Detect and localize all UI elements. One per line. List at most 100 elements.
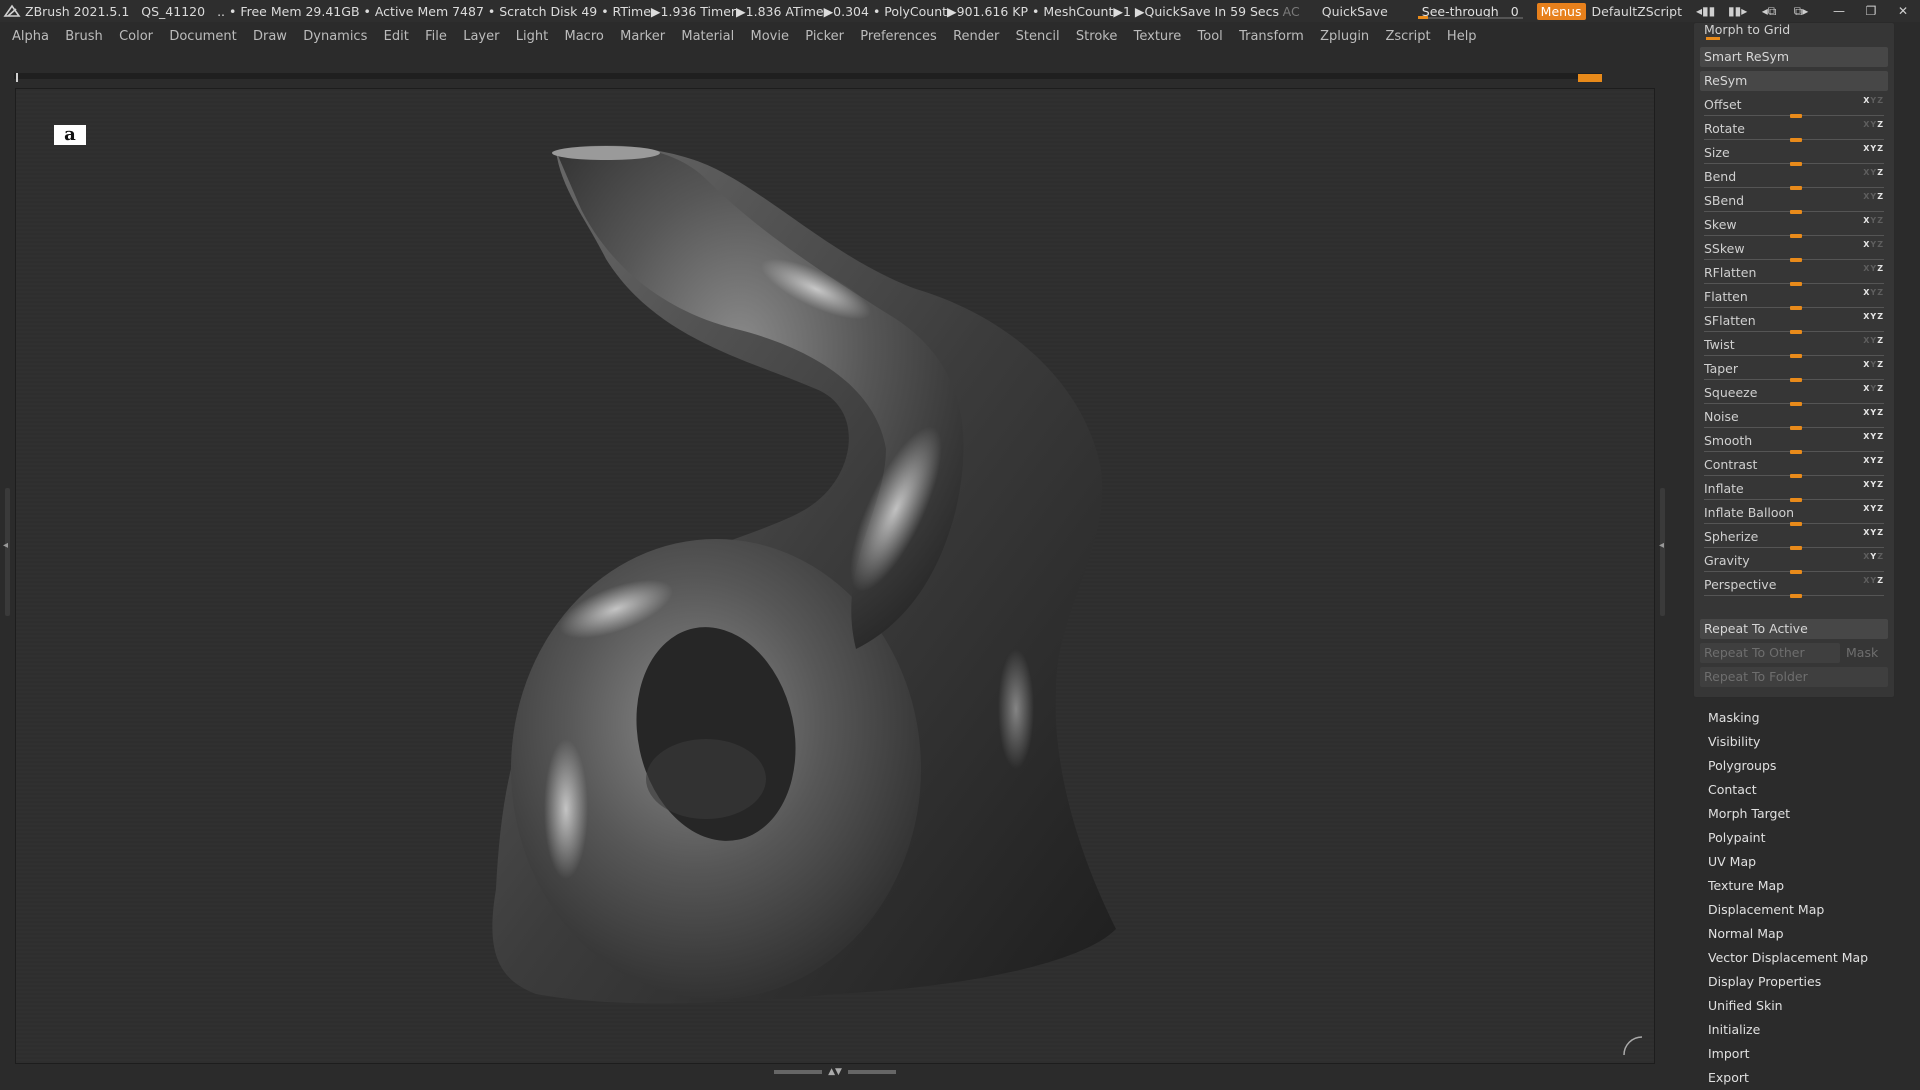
rotation-corner-icon[interactable] xyxy=(1622,1035,1644,1057)
axis-z-toggle[interactable]: Z xyxy=(1877,552,1884,561)
slider-knob[interactable] xyxy=(1790,474,1802,478)
slider-offset[interactable]: Offset XYZ xyxy=(1700,95,1888,118)
slider-knob[interactable] xyxy=(1790,378,1802,382)
menu-preferences[interactable]: Preferences xyxy=(860,29,936,44)
axis-z-toggle[interactable]: Z xyxy=(1877,168,1884,177)
axis-toggles[interactable]: XYZ xyxy=(1863,336,1884,345)
slider-sflatten[interactable]: SFlatten XYZ xyxy=(1700,311,1888,334)
menu-zplugin[interactable]: Zplugin xyxy=(1320,29,1369,44)
subpalette-visibility[interactable]: Visibility xyxy=(1708,730,1868,754)
axis-z-toggle[interactable]: Z xyxy=(1877,240,1884,249)
subpalette-initialize[interactable]: Initialize xyxy=(1708,1018,1868,1042)
canvas-viewport[interactable]: a xyxy=(15,88,1655,1064)
slider-knob[interactable] xyxy=(1790,570,1802,574)
menu-dynamics[interactable]: Dynamics xyxy=(303,29,367,44)
subpalette-import[interactable]: Import xyxy=(1708,1042,1868,1066)
morph-to-grid-slider[interactable]: Morph to Grid xyxy=(1700,22,1888,45)
slider-knob[interactable] xyxy=(1790,282,1802,286)
seethrough-knob[interactable] xyxy=(1417,15,1428,19)
axis-z-toggle[interactable]: Z xyxy=(1877,288,1884,297)
menu-color[interactable]: Color xyxy=(119,29,153,44)
axis-z-toggle[interactable]: Z xyxy=(1877,576,1884,585)
slider-knob[interactable] xyxy=(1790,186,1802,190)
repeat-to-folder-button[interactable]: Repeat To Folder xyxy=(1700,667,1888,687)
axis-z-toggle[interactable]: Z xyxy=(1877,96,1884,105)
axis-z-toggle[interactable]: Z xyxy=(1877,120,1884,129)
slider-size[interactable]: Size XYZ xyxy=(1700,143,1888,166)
menu-brush[interactable]: Brush xyxy=(65,29,103,44)
axis-z-toggle[interactable]: Z xyxy=(1877,480,1884,489)
axis-z-toggle[interactable]: Z xyxy=(1877,456,1884,465)
axis-toggles[interactable]: XYZ xyxy=(1863,576,1884,585)
axis-toggles[interactable]: XYZ xyxy=(1863,144,1884,153)
slider-flatten[interactable]: Flatten XYZ xyxy=(1700,287,1888,310)
slider-knob[interactable] xyxy=(1790,234,1802,238)
swap-left-icon[interactable]: ◂⧉ xyxy=(1760,4,1778,18)
menu-macro[interactable]: Macro xyxy=(565,29,604,44)
bottom-tray-handle[interactable]: ▲▼ xyxy=(770,1067,900,1077)
axis-toggles[interactable]: XYZ xyxy=(1863,288,1884,297)
slider-knob[interactable] xyxy=(1790,546,1802,550)
subpalette-morph-target[interactable]: Morph Target xyxy=(1708,802,1868,826)
subpalette-polypaint[interactable]: Polypaint xyxy=(1708,826,1868,850)
axis-toggles[interactable]: XYZ xyxy=(1863,360,1884,369)
axis-toggles[interactable]: XYZ xyxy=(1863,192,1884,201)
slider-knob[interactable] xyxy=(1790,162,1802,166)
slider-knob[interactable] xyxy=(1790,426,1802,430)
slider-knob[interactable] xyxy=(1790,594,1802,598)
axis-toggles[interactable]: XYZ xyxy=(1863,408,1884,417)
smart-resym-button[interactable]: Smart ReSym xyxy=(1700,47,1888,67)
axis-toggles[interactable]: XYZ xyxy=(1863,432,1884,441)
slider-inflate-balloon[interactable]: Inflate Balloon XYZ xyxy=(1700,503,1888,526)
menu-help[interactable]: Help xyxy=(1447,29,1477,44)
slider-gravity[interactable]: Gravity XYZ xyxy=(1700,551,1888,574)
slider-noise[interactable]: Noise XYZ xyxy=(1700,407,1888,430)
slider-knob[interactable] xyxy=(1790,522,1802,526)
axis-z-toggle[interactable]: Z xyxy=(1877,408,1884,417)
axis-toggles[interactable]: XYZ xyxy=(1863,216,1884,225)
axis-z-toggle[interactable]: Z xyxy=(1877,384,1884,393)
slider-knob[interactable] xyxy=(1790,306,1802,310)
menu-edit[interactable]: Edit xyxy=(384,29,409,44)
mask-button[interactable]: Mask xyxy=(1842,643,1888,663)
slider-smooth[interactable]: Smooth XYZ xyxy=(1700,431,1888,454)
menu-transform[interactable]: Transform xyxy=(1239,29,1304,44)
menu-stroke[interactable]: Stroke xyxy=(1076,29,1117,44)
menu-stencil[interactable]: Stencil xyxy=(1016,29,1060,44)
axis-z-toggle[interactable]: Z xyxy=(1877,312,1884,321)
axis-z-toggle[interactable]: Z xyxy=(1877,336,1884,345)
menu-render[interactable]: Render xyxy=(953,29,999,44)
right-tray-handle[interactable] xyxy=(1660,488,1665,616)
right-tray-arrow-icon[interactable]: ◂ xyxy=(1659,540,1664,551)
subpalette-masking[interactable]: Masking xyxy=(1708,706,1868,730)
menu-picker[interactable]: Picker xyxy=(805,29,844,44)
left-tray-handle[interactable] xyxy=(5,488,10,616)
axis-toggles[interactable]: XYZ xyxy=(1863,120,1884,129)
slider-sskew[interactable]: SSkew XYZ xyxy=(1700,239,1888,262)
slider-squeeze[interactable]: Squeeze XYZ xyxy=(1700,383,1888,406)
menu-document[interactable]: Document xyxy=(169,29,236,44)
swap-right-icon[interactable]: ⧉▸ xyxy=(1792,4,1810,18)
subpalette-unified-skin[interactable]: Unified Skin xyxy=(1708,994,1868,1018)
slider-rotate[interactable]: Rotate XYZ xyxy=(1700,119,1888,142)
seethrough-slider[interactable]: See-through 0 xyxy=(1417,4,1523,19)
resym-button[interactable]: ReSym xyxy=(1700,71,1888,91)
morph-to-grid-knob[interactable] xyxy=(1706,37,1720,40)
axis-toggles[interactable]: XYZ xyxy=(1863,384,1884,393)
slider-knob[interactable] xyxy=(1790,210,1802,214)
menus-toggle-button[interactable]: Menus xyxy=(1536,2,1586,20)
close-icon[interactable]: ✕ xyxy=(1894,4,1912,18)
slider-sbend[interactable]: SBend XYZ xyxy=(1700,191,1888,214)
minimize-icon[interactable]: — xyxy=(1830,4,1848,18)
menu-marker[interactable]: Marker xyxy=(620,29,665,44)
menu-zscript[interactable]: Zscript xyxy=(1385,29,1430,44)
axis-z-toggle[interactable]: Z xyxy=(1877,144,1884,153)
repeat-to-active-button[interactable]: Repeat To Active xyxy=(1700,619,1888,639)
slider-inflate[interactable]: Inflate XYZ xyxy=(1700,479,1888,502)
axis-toggles[interactable]: XYZ xyxy=(1863,264,1884,273)
slider-bend[interactable]: Bend XYZ xyxy=(1700,167,1888,190)
menu-alpha[interactable]: Alpha xyxy=(12,29,49,44)
restore-icon[interactable]: ❐ xyxy=(1862,4,1880,18)
subpalette-normal-map[interactable]: Normal Map xyxy=(1708,922,1868,946)
sculpt-model[interactable] xyxy=(16,89,1654,1063)
